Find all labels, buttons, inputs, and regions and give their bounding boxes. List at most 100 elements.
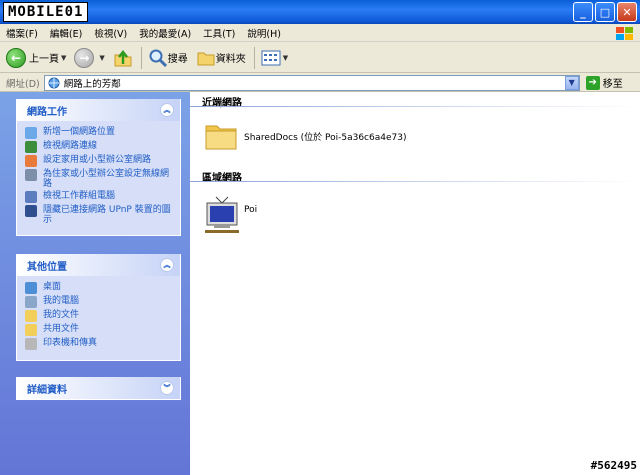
network-tasks-panel: 網路工作 ︽ 新增一個網路位置 檢視網路連線 設定家用或小型辦公室網路 為住家或… <box>16 99 181 236</box>
menu-favorites[interactable]: 我的最愛(A) <box>139 26 191 40</box>
place-my-computer[interactable]: 我的電腦 <box>25 296 174 308</box>
shared-docs-item[interactable]: SharedDocs (位於 Poi-5a36c6a4e73) <box>204 120 406 152</box>
address-label: 網址(D) <box>6 78 40 90</box>
network-tasks-title: 網路工作 <box>27 106 67 118</box>
up-folder-button[interactable] <box>113 48 133 68</box>
menu-file[interactable]: 檔案(F) <box>6 26 38 40</box>
go-arrow-icon: ➔ <box>585 75 600 90</box>
shared-docs-label: SharedDocs (位於 Poi-5a36c6a4e73) <box>244 132 407 143</box>
task-setup-wireless[interactable]: 為住家或小型辦公室設定無線網路 <box>25 169 174 189</box>
title-bar: MOBILE01 _ □ ✕ <box>0 0 640 24</box>
minimize-button[interactable]: _ <box>573 2 593 22</box>
toolbar-separator <box>140 46 142 69</box>
wireless-network-icon <box>25 169 37 181</box>
other-places-panel: 其他位置 ︽ 桌面 我的電腦 我的文件 共用文件 印表機和傳真 <box>16 254 181 361</box>
expand-icon[interactable]: ︾ <box>160 381 174 395</box>
menu-bar: 檔案(F) 編輯(E) 檢視(V) 我的最愛(A) 工具(T) 說明(H) <box>0 24 640 42</box>
folders-button[interactable]: 資料夾 <box>196 48 246 68</box>
place-my-documents[interactable]: 我的文件 <box>25 310 174 322</box>
place-label: 桌面 <box>43 282 62 292</box>
back-arrow-icon: ← <box>6 47 26 68</box>
add-network-place-icon <box>25 127 37 139</box>
chevron-down-icon[interactable]: ▼ <box>564 75 579 90</box>
collapse-icon[interactable]: ︽ <box>160 103 174 117</box>
task-label: 隱藏已連接網路 UPnP 裝置的圖示 <box>43 205 171 225</box>
task-pane: 網路工作 ︽ 新增一個網路位置 檢視網路連線 設定家用或小型辦公室網路 為住家或… <box>0 92 190 475</box>
menu-tools[interactable]: 工具(T) <box>203 26 235 40</box>
upnp-device-icon <box>25 205 37 217</box>
task-view-workgroup[interactable]: 檢視工作群組電腦 <box>25 191 174 203</box>
menu-help[interactable]: 說明(H) <box>247 26 281 40</box>
details-header[interactable]: 詳細資料 ︾ <box>17 377 180 399</box>
task-label: 檢視網路連線 <box>43 141 98 151</box>
watermark-logo: MOBILE01 <box>3 2 89 22</box>
group-divider <box>190 106 640 107</box>
shared-folder-icon <box>205 125 237 150</box>
back-label: 上一頁 <box>29 54 59 65</box>
search-label: 搜尋 <box>167 54 188 65</box>
image-id-stamp: #562495 <box>590 459 637 472</box>
group-divider <box>190 181 640 182</box>
home-network-icon <box>25 155 37 167</box>
address-bar: 網址(D) 網路上的芳鄰 ▼ ➔ 移至 <box>0 74 640 92</box>
task-view-connections[interactable]: 檢視網路連線 <box>25 141 174 153</box>
place-label: 我的電腦 <box>43 296 80 306</box>
my-documents-icon <box>25 310 37 322</box>
details-panel: 詳細資料 ︾ <box>16 377 181 400</box>
close-button[interactable]: ✕ <box>617 2 637 22</box>
task-setup-home-network[interactable]: 設定家用或小型辦公室網路 <box>25 155 174 167</box>
place-label: 共用文件 <box>43 324 80 334</box>
poi-label: Poi <box>244 205 258 215</box>
menu-view[interactable]: 檢視(V) <box>94 26 127 40</box>
details-title: 詳細資料 <box>27 384 67 396</box>
other-places-list: 桌面 我的電腦 我的文件 共用文件 印表機和傳真 <box>17 276 180 360</box>
task-hide-upnp[interactable]: 隱藏已連接網路 UPnP 裝置的圖示 <box>25 205 174 225</box>
network-tasks-header[interactable]: 網路工作 ︽ <box>17 99 180 121</box>
place-shared-documents[interactable]: 共用文件 <box>25 324 174 336</box>
printer-icon <box>25 338 37 350</box>
network-computer-icon <box>205 196 239 233</box>
other-places-header[interactable]: 其他位置 ︽ <box>17 254 180 276</box>
window-controls: _ □ ✕ <box>573 2 637 22</box>
shared-documents-icon <box>25 324 37 336</box>
toolbar-separator <box>253 46 255 69</box>
folder-icon <box>197 52 215 65</box>
address-value: 網路上的芳鄰 <box>63 78 121 90</box>
task-label: 檢視工作群組電腦 <box>43 191 116 201</box>
forward-button[interactable]: → ▼ <box>74 47 105 68</box>
views-button[interactable]: ▼ <box>261 49 288 67</box>
collapse-icon[interactable]: ︽ <box>160 258 174 272</box>
place-printers[interactable]: 印表機和傳真 <box>25 338 174 350</box>
chevron-down-icon[interactable]: ▼ <box>283 54 288 62</box>
toolbar: ← 上一頁 ▼ → ▼ 搜尋 資料夾 ▼ <box>0 43 640 73</box>
network-places-icon <box>48 77 60 88</box>
task-label: 設定家用或小型辦公室網路 <box>43 155 152 165</box>
maximize-button[interactable]: □ <box>595 2 615 22</box>
desktop-icon <box>25 282 37 294</box>
network-connections-icon <box>25 141 37 153</box>
chevron-down-icon[interactable]: ▼ <box>99 54 104 62</box>
task-label: 為住家或小型辦公室設定無線網路 <box>43 169 170 189</box>
search-icon <box>149 49 167 67</box>
up-folder-icon <box>114 49 132 66</box>
workgroup-computers-icon <box>25 191 37 203</box>
content-area: 近端網路 SharedDocs (位於 Poi-5a36c6a4e73) 區域網… <box>190 92 640 475</box>
folders-label: 資料夾 <box>215 54 246 65</box>
place-label: 我的文件 <box>43 310 80 320</box>
address-input[interactable]: 網路上的芳鄰 ▼ <box>43 74 580 91</box>
my-computer-icon <box>25 296 37 308</box>
menu-edit[interactable]: 編輯(E) <box>50 26 82 40</box>
task-label: 新增一個網路位置 <box>43 127 116 137</box>
windows-flag-icon <box>616 27 633 40</box>
go-button[interactable]: ➔ 移至 <box>585 75 623 90</box>
place-desktop[interactable]: 桌面 <box>25 282 174 294</box>
task-add-network-place[interactable]: 新增一個網路位置 <box>25 127 174 139</box>
chevron-down-icon[interactable]: ▼ <box>61 54 66 62</box>
back-button[interactable]: ← 上一頁 ▼ <box>6 47 66 68</box>
place-label: 印表機和傳真 <box>43 338 98 348</box>
poi-computer-item[interactable]: Poi <box>204 195 257 235</box>
network-tasks-list: 新增一個網路位置 檢視網路連線 設定家用或小型辦公室網路 為住家或小型辦公室設定… <box>17 121 180 235</box>
search-button[interactable]: 搜尋 <box>148 48 188 68</box>
views-icon <box>261 50 281 65</box>
go-label: 移至 <box>602 79 623 90</box>
